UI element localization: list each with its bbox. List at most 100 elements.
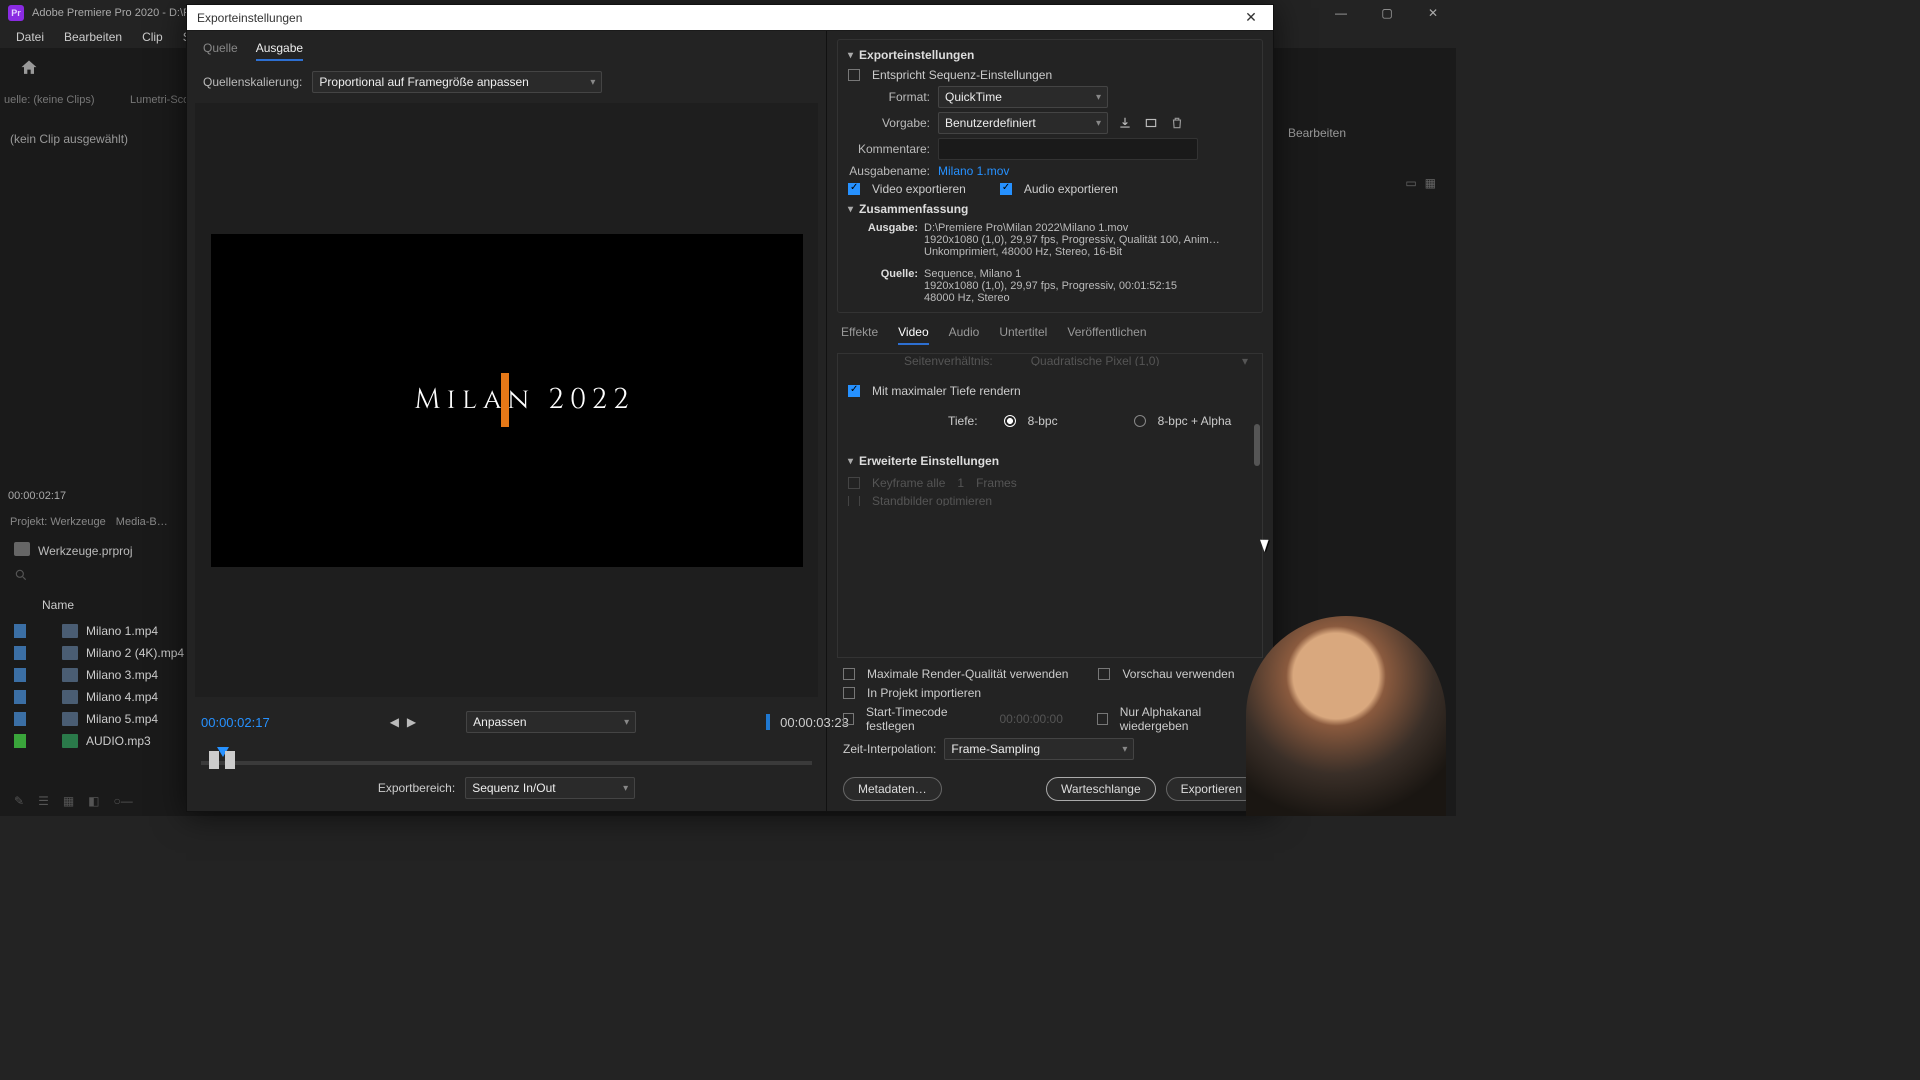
export-range-select[interactable]: Sequenz In/Out ▾ (465, 777, 635, 799)
source-scaling-select[interactable]: Proportional auf Framegröße anpassen ▾ (312, 71, 602, 93)
file-name: AUDIO.mp3 (86, 734, 151, 748)
export-range-label: Exportbereich: (378, 781, 455, 795)
set-start-timecode-label: Start-Timecode festlegen (866, 705, 986, 733)
tab-audio[interactable]: Audio (949, 325, 980, 345)
tab-output[interactable]: Ausgabe (256, 41, 303, 61)
project-tab[interactable]: Projekt: Werkzeuge (10, 516, 106, 528)
aspect-ratio-value-cut: Quadratische Pixel (1,0) (1031, 356, 1160, 366)
export-video-checkbox[interactable] (848, 183, 860, 195)
optimize-stills-checkbox[interactable] (848, 496, 860, 506)
output-name-label: Ausgabename: (848, 164, 930, 178)
fit-select[interactable]: Anpassen ▾ (466, 711, 636, 733)
tab-publish[interactable]: Veröffentlichen (1067, 325, 1146, 345)
set-start-timecode-checkbox[interactable] (843, 713, 854, 725)
only-alpha-label: Nur Alphakanal wiedergeben (1120, 705, 1257, 733)
delete-preset-icon[interactable] (1168, 114, 1186, 132)
tab-video[interactable]: Video (898, 325, 928, 345)
video-file-icon (62, 624, 78, 638)
export-audio-checkbox[interactable] (1000, 183, 1012, 195)
menu-bearbeiten[interactable]: Bearbeiten (54, 28, 132, 46)
pen-tool-icon[interactable]: ✎ (14, 794, 24, 808)
window-maximize-button[interactable]: ▢ (1364, 0, 1410, 26)
match-sequence-checkbox[interactable] (848, 69, 860, 81)
video-file-icon (62, 668, 78, 682)
timecode-current[interactable]: 00:00:02:17 (201, 715, 270, 730)
webcam-overlay (1246, 616, 1446, 816)
list-view-icon[interactable]: ☰ (38, 794, 49, 808)
keyframe-checkbox[interactable] (848, 477, 860, 489)
save-preset-icon[interactable] (1116, 114, 1134, 132)
time-interpolation-select[interactable]: Frame-Sampling ▾ (944, 738, 1134, 760)
format-select[interactable]: QuickTime ▾ (938, 86, 1108, 108)
project-file-row[interactable]: Milano 3.mp4 (14, 664, 184, 686)
metadata-button[interactable]: Metadaten… (843, 777, 942, 801)
zoom-slider-icon[interactable]: ○— (114, 794, 133, 808)
disclose-icon[interactable]: ▾ (848, 204, 853, 215)
summary-output-audio: Unkomprimiert, 48000 Hz, Stereo, 16-Bit (924, 246, 1252, 258)
disclose-icon[interactable]: ▾ (848, 50, 853, 61)
dialog-close-button[interactable]: ✕ (1239, 9, 1263, 26)
depth-8bpc-radio[interactable] (1004, 415, 1016, 427)
freeform-view-icon[interactable]: ◧ (88, 794, 99, 808)
source-panel-label: uelle: (keine Clips) (4, 94, 94, 106)
export-button[interactable]: Exportieren (1166, 777, 1257, 801)
new-bin-icon[interactable]: ▭ (1405, 176, 1416, 190)
file-name: Milano 3.mp4 (86, 668, 158, 682)
name-column-header[interactable]: Name (42, 598, 74, 612)
queue-button[interactable]: Warteschlange (1046, 777, 1156, 801)
depth-8bpc-alpha-radio[interactable] (1134, 415, 1146, 427)
new-item-icon[interactable]: ▦ (1425, 176, 1436, 190)
only-alpha-checkbox[interactable] (1097, 713, 1108, 725)
tab-source[interactable]: Quelle (203, 41, 238, 61)
media-browser-tab[interactable]: Media-B… (116, 516, 168, 528)
summary-output-path: D:\Premiere Pro\Milan 2022\Milano 1.mov (924, 222, 1128, 234)
aspect-overlay-button[interactable] (766, 714, 770, 730)
comments-input[interactable] (938, 138, 1198, 160)
max-render-quality-checkbox[interactable] (843, 668, 855, 680)
search-icon[interactable] (14, 568, 30, 584)
preset-select[interactable]: Benutzerdefiniert ▾ (938, 112, 1108, 134)
chevron-down-icon: ▾ (624, 717, 629, 728)
import-project-checkbox[interactable] (843, 687, 855, 699)
label-color-chip (14, 646, 26, 660)
label-color-chip (14, 712, 26, 726)
menu-datei[interactable]: Datei (6, 28, 54, 46)
video-file-icon (62, 690, 78, 704)
icon-view-icon[interactable]: ▦ (63, 794, 74, 808)
video-file-icon (62, 712, 78, 726)
home-icon[interactable] (18, 58, 42, 78)
window-minimize-button[interactable]: — (1318, 0, 1364, 26)
fit-value: Anpassen (473, 715, 526, 729)
dialog-title: Exporteinstellungen (197, 11, 1239, 25)
file-name: Milano 4.mp4 (86, 690, 158, 704)
output-name-link[interactable]: Milano 1.mov (938, 164, 1009, 178)
window-close-button[interactable]: ✕ (1410, 0, 1456, 26)
play-icon[interactable]: ▶ (407, 715, 416, 729)
project-file-row[interactable]: Milano 1.mp4 (14, 620, 184, 642)
use-previews-checkbox[interactable] (1098, 668, 1110, 680)
bg-timecode: 00:00:02:17 (8, 490, 66, 502)
project-file-row[interactable]: AUDIO.mp3 (14, 730, 184, 752)
right-panel-tab[interactable]: Bearbeiten (1288, 126, 1346, 140)
max-depth-checkbox[interactable] (848, 385, 860, 397)
import-preset-icon[interactable] (1142, 114, 1160, 132)
label-color-chip (14, 734, 26, 748)
step-back-icon[interactable]: ◀ (390, 715, 399, 729)
out-point-handle[interactable] (225, 751, 235, 769)
scrollbar-thumb[interactable] (1254, 424, 1260, 466)
project-file-row[interactable]: Milano 5.mp4 (14, 708, 184, 730)
tab-captions[interactable]: Untertitel (999, 325, 1047, 345)
project-file-row[interactable]: Milano 2 (4K).mp4 (14, 642, 184, 664)
disclose-icon[interactable]: ▾ (848, 456, 853, 467)
audio-file-icon (62, 734, 78, 748)
menu-clip[interactable]: Clip (132, 28, 173, 46)
in-point-handle[interactable] (209, 751, 219, 769)
depth-label: Tiefe: (948, 414, 978, 428)
app-icon: Pr (8, 5, 24, 21)
label-color-chip (14, 624, 26, 638)
project-file-row[interactable]: Milano 4.mp4 (14, 686, 184, 708)
summary-source-video: 1920x1080 (1,0), 29,97 fps, Progressiv, … (924, 280, 1252, 292)
range-slider[interactable] (201, 747, 812, 771)
preview-accent-bar (501, 373, 509, 427)
tab-effects[interactable]: Effekte (841, 325, 878, 345)
